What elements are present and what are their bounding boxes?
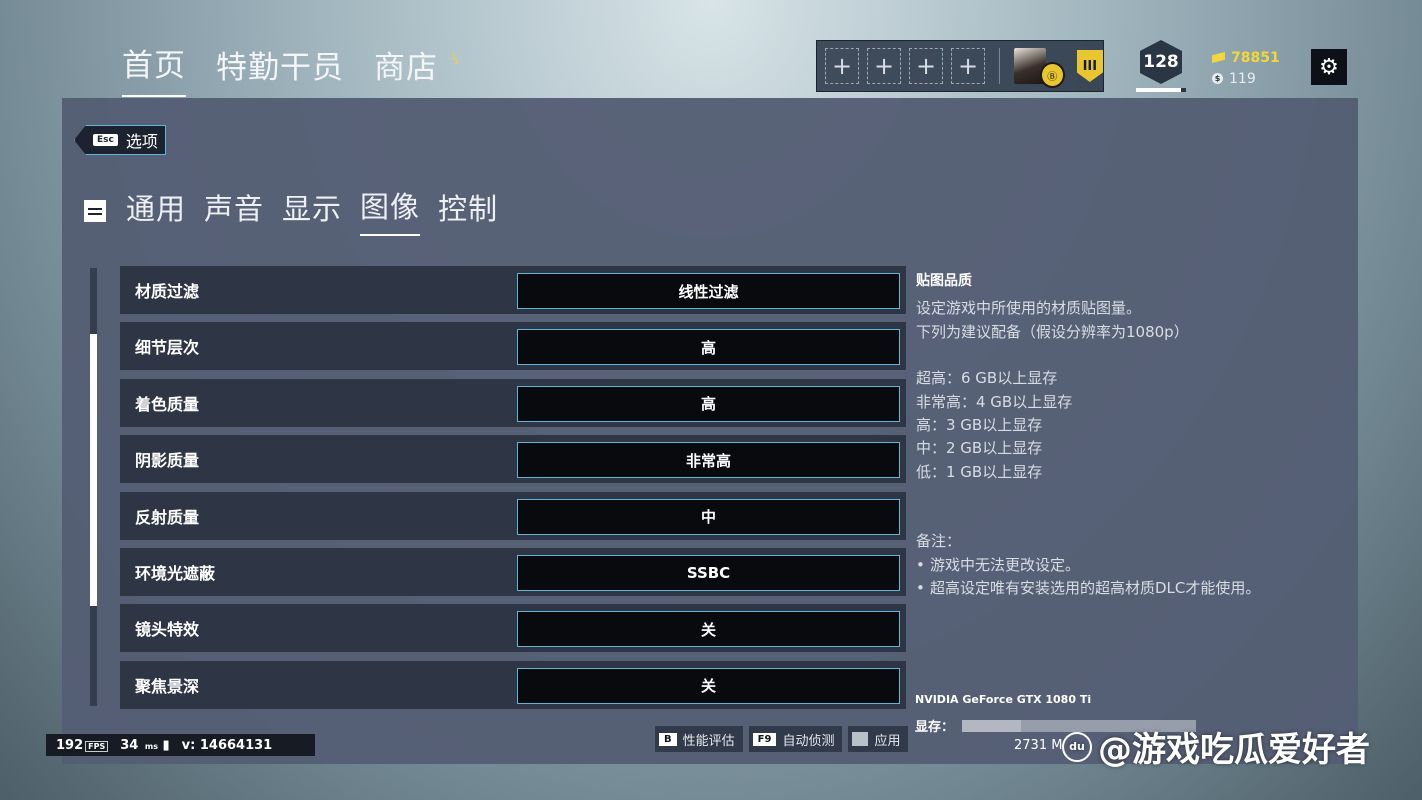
- setting-description-panel: 贴图品质 设定游戏中所使用的材质贴图量。 下列为建议配备（假设分辨率为1080p…: [916, 270, 1336, 601]
- gear-icon: ⚙: [1319, 54, 1339, 80]
- top-nav: 首页 特勤干员 商店 ¼: [122, 40, 459, 97]
- setting-value-selector[interactable]: 线性过滤: [517, 273, 900, 309]
- ping-readout: 34 ms ▮: [120, 737, 170, 753]
- nav-tab-store[interactable]: 商店 ¼: [374, 42, 459, 97]
- apply-key-icon: [852, 732, 869, 746]
- vram-bar-fill: [962, 719, 1021, 732]
- category-tabs: 通用 声音 显示 图像 控制: [84, 184, 498, 236]
- setting-value-selector[interactable]: 中: [517, 498, 900, 535]
- key-b-icon: B: [659, 732, 677, 746]
- setting-row-reflection-quality[interactable]: 反射质量 中: [120, 491, 906, 540]
- setting-value-selector[interactable]: 高: [517, 385, 900, 422]
- note-line: 游戏中无法更改设定。: [916, 554, 1336, 578]
- requirement-line: 超高：6 GB以上显存: [916, 369, 1058, 388]
- nav-tab-operators[interactable]: 特勤干员: [216, 42, 344, 97]
- gpu-name: NVIDIA GeForce GTX 1080 Ti: [915, 693, 1092, 706]
- invite-slot-4[interactable]: +: [951, 48, 985, 84]
- vram-label: 显存：: [915, 720, 955, 735]
- setting-label: 反射质量: [135, 507, 200, 527]
- shield-icon: III: [1076, 50, 1103, 82]
- fps-icon: FPS: [85, 740, 109, 752]
- back-button[interactable]: Esc 选项: [74, 125, 166, 155]
- player-level[interactable]: 128: [1140, 40, 1182, 84]
- squad-panel: + + + + Ⓑ III: [816, 40, 1104, 92]
- settings-scrollbar[interactable]: [90, 268, 97, 706]
- key-f9-icon: F9: [752, 732, 777, 746]
- settings-gear-button[interactable]: ⚙: [1311, 49, 1347, 85]
- description-title: 贴图品质: [916, 273, 972, 289]
- credit-icon: $: [1212, 73, 1223, 84]
- watermark-text: @游戏吃瓜爱好者: [1098, 730, 1370, 770]
- nav-tab-store-label: 商店: [374, 50, 438, 86]
- fps-readout: 192 FPS: [56, 738, 109, 753]
- store-badge: ¼: [451, 52, 460, 66]
- level-progress-bar: [1136, 88, 1186, 92]
- tab-graphics[interactable]: 图像: [360, 184, 421, 236]
- setting-row-lod[interactable]: 细节层次 高: [120, 322, 906, 371]
- graphics-settings-list: 材质过滤 线性过滤 细节层次 高 着色质量 高 阴影质量 非常高 反射质量 中 …: [120, 266, 906, 717]
- setting-label: 着色质量: [135, 394, 200, 414]
- description-line: 设定游戏中所使用的材质贴图量。: [916, 299, 1142, 318]
- setting-row-shadow-quality[interactable]: 阴影质量 非常高: [120, 435, 906, 484]
- requirement-line: 中：2 GB以上显存: [916, 439, 1043, 458]
- setting-label: 材质过滤: [135, 282, 200, 301]
- benchmark-button[interactable]: B 性能评估: [655, 726, 743, 752]
- auto-detect-label: 自动侦测: [782, 733, 835, 749]
- performance-stats: 192 FPS 34 ms ▮ v: 14664131: [46, 734, 315, 756]
- requirement-line: 高：3 GB以上显存: [916, 416, 1043, 435]
- note-line: 超高设定唯有安装选用的超高材质DLC才能使用。: [916, 577, 1336, 601]
- requirement-line: 非常高：4 GB以上显存: [916, 392, 1073, 411]
- tab-audio[interactable]: 声音: [204, 186, 264, 236]
- setting-label: 细节层次: [135, 338, 200, 358]
- setting-row-shading-quality[interactable]: 着色质量 高: [120, 378, 906, 427]
- setting-value-selector[interactable]: SSBC: [517, 554, 900, 591]
- auto-detect-button[interactable]: F9 自动侦测: [748, 726, 843, 752]
- esc-key-icon: Esc: [93, 134, 118, 146]
- note-title: 备注：: [916, 532, 962, 551]
- level-progress-fill: [1136, 88, 1181, 92]
- version-readout: v: 14664131: [181, 737, 273, 753]
- setting-value-selector[interactable]: 关: [517, 611, 900, 648]
- setting-label: 镜头特效: [135, 620, 200, 640]
- apply-label: 应用: [874, 733, 901, 749]
- benchmark-label: 性能评估: [682, 733, 735, 749]
- requirement-line: 低：1 GB以上显存: [916, 462, 1043, 481]
- back-label: 选项: [125, 132, 158, 151]
- credit-amount: 119: [1229, 70, 1256, 87]
- currency-panel: 78851 $ 119: [1212, 47, 1280, 89]
- setting-label: 环境光遮蔽: [135, 563, 216, 583]
- invite-slot-2[interactable]: +: [867, 48, 901, 84]
- tab-general[interactable]: 通用: [126, 186, 186, 236]
- menu-icon: [84, 200, 106, 222]
- squad-divider: [999, 48, 1000, 84]
- setting-row-ambient-occlusion[interactable]: 环境光遮蔽 SSBC: [120, 547, 906, 596]
- renown-amount: 78851: [1231, 49, 1280, 66]
- setting-row-texture-filtering[interactable]: 材质过滤 线性过滤: [120, 266, 906, 314]
- tab-display[interactable]: 显示: [282, 186, 342, 236]
- watermark-logo: du: [1062, 731, 1092, 762]
- setting-value-selector[interactable]: 高: [517, 329, 900, 366]
- tab-controls[interactable]: 控制: [438, 186, 498, 236]
- watermark: du @游戏吃瓜爱好者: [1062, 722, 1370, 771]
- scrollbar-thumb[interactable]: [90, 334, 97, 606]
- signal-icon: ▮: [162, 737, 170, 753]
- setting-value-selector[interactable]: 非常高: [517, 442, 900, 479]
- action-buttons: B 性能评估 F9 自动侦测 应用: [655, 726, 909, 752]
- renown-icon: [1212, 52, 1225, 63]
- vram-usage-text: 2731 M: [1014, 738, 1063, 753]
- apply-button[interactable]: 应用: [848, 726, 909, 752]
- nav-tab-home[interactable]: 首页: [122, 40, 186, 97]
- invite-slot-3[interactable]: +: [909, 48, 943, 84]
- setting-row-depth-of-field[interactable]: 聚焦景深 关: [120, 660, 906, 709]
- setting-value-selector[interactable]: 关: [517, 667, 900, 704]
- setting-row-lens-effects[interactable]: 镜头特效 关: [120, 604, 906, 653]
- setting-label: 阴影质量: [135, 451, 200, 471]
- invite-slot-1[interactable]: +: [825, 48, 859, 84]
- rank-badge-icon: Ⓑ: [1039, 62, 1065, 88]
- setting-label: 聚焦景深: [135, 676, 200, 696]
- description-line: 下列为建议配备（假设分辨率为1080p）: [916, 322, 1189, 341]
